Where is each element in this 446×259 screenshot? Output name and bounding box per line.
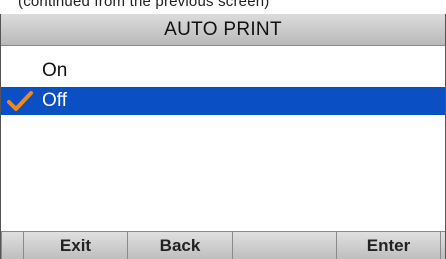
device-screen: AUTO PRINT On Off Exit Back Enter (0, 14, 446, 259)
option-on-label: On (42, 60, 68, 81)
softkey-bar: Exit Back Enter (1, 231, 445, 259)
partial-caption: (continued from the previous screen) (0, 0, 446, 14)
option-list: On Off (1, 57, 445, 117)
blank-softkey[interactable] (233, 232, 337, 259)
exit-softkey[interactable]: Exit (24, 232, 128, 259)
option-off-label: Off (42, 90, 67, 111)
option-off[interactable]: Off (1, 87, 445, 115)
checkmark-icon (7, 91, 33, 111)
softkey-spacer-right (441, 232, 445, 259)
softkey-spacer-left (1, 232, 24, 259)
caption-text: (continued from the previous screen) (18, 0, 270, 10)
screen-title: AUTO PRINT (164, 19, 282, 40)
enter-softkey[interactable]: Enter (337, 232, 441, 259)
option-on[interactable]: On (1, 57, 445, 85)
back-softkey[interactable]: Back (128, 232, 233, 259)
title-bar: AUTO PRINT (1, 14, 445, 46)
